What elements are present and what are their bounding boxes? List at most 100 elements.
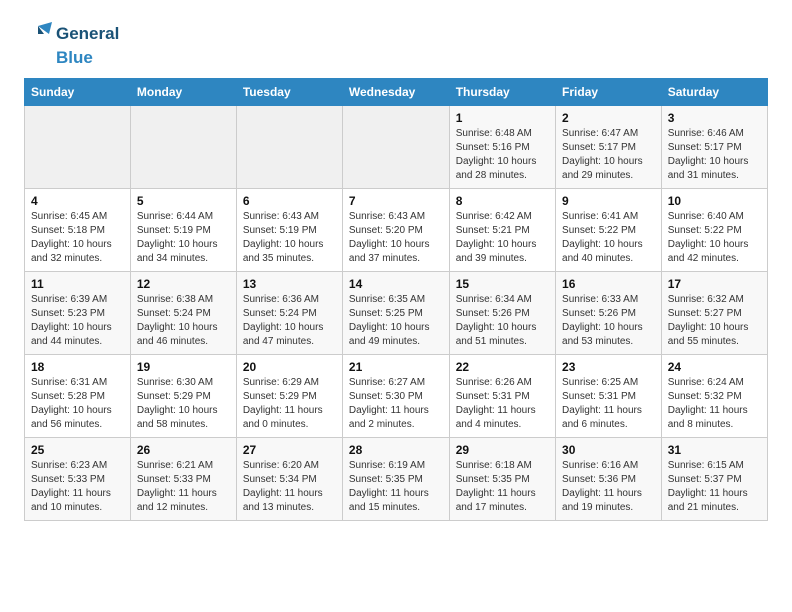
day-info: Sunrise: 6:48 AM Sunset: 5:16 PM Dayligh… (456, 127, 549, 183)
day-number: 29 (456, 443, 549, 457)
day-number: 9 (562, 194, 655, 208)
day-number: 26 (137, 443, 230, 457)
day-number: 16 (562, 277, 655, 291)
day-info: Sunrise: 6:36 AM Sunset: 5:24 PM Dayligh… (243, 293, 336, 349)
calendar-cell: 10 Sunrise: 6:40 AM Sunset: 5:22 PM Dayli… (661, 188, 767, 271)
day-info: Sunrise: 6:25 AM Sunset: 5:31 PM Dayligh… (562, 376, 655, 432)
calendar-cell: 1Sunrise: 6:48 AM Sunset: 5:16 PM Daylig… (449, 105, 555, 188)
day-info: Sunrise: 6:32 AM Sunset: 5:27 PM Dayligh… (668, 293, 761, 349)
day-header-wednesday: Wednesday (342, 78, 449, 105)
day-number: 30 (562, 443, 655, 457)
calendar-cell: 4Sunrise: 6:45 AM Sunset: 5:18 PM Daylig… (25, 188, 131, 271)
day-number: 11 (31, 277, 124, 291)
calendar-cell: 26 Sunrise: 6:21 AM Sunset: 5:33 PM Dayli… (130, 437, 236, 520)
day-number: 20 (243, 360, 336, 374)
calendar-cell (342, 105, 449, 188)
day-number: 27 (243, 443, 336, 457)
calendar-cell: 19Sunrise: 6:30 AM Sunset: 5:29 PM Dayli… (130, 354, 236, 437)
calendar-week-2: 4Sunrise: 6:45 AM Sunset: 5:18 PM Daylig… (25, 188, 768, 271)
calendar-cell: 23 Sunrise: 6:25 AM Sunset: 5:31 PM Dayli… (556, 354, 662, 437)
day-info: Sunrise: 6:41 AM Sunset: 5:22 PM Dayligh… (562, 210, 655, 266)
day-number: 8 (456, 194, 549, 208)
calendar-cell: 16 Sunrise: 6:33 AM Sunset: 5:26 PM Dayli… (556, 271, 662, 354)
day-number: 28 (349, 443, 443, 457)
day-number: 17 (668, 277, 761, 291)
calendar-body: 1Sunrise: 6:48 AM Sunset: 5:16 PM Daylig… (25, 105, 768, 520)
day-info: Sunrise: 6:33 AM Sunset: 5:26 PM Dayligh… (562, 293, 655, 349)
day-header-monday: Monday (130, 78, 236, 105)
calendar-cell: 14 Sunrise: 6:35 AM Sunset: 5:25 PM Dayli… (342, 271, 449, 354)
calendar-table: SundayMondayTuesdayWednesdayThursdayFrid… (24, 78, 768, 521)
calendar-cell: 11 Sunrise: 6:39 AM Sunset: 5:23 PM Dayli… (25, 271, 131, 354)
day-info: Sunrise: 6:23 AM Sunset: 5:33 PM Dayligh… (31, 459, 124, 515)
day-info: Sunrise: 6:16 AM Sunset: 5:36 PM Dayligh… (562, 459, 655, 515)
day-info: Sunrise: 6:46 AM Sunset: 5:17 PM Dayligh… (668, 127, 761, 183)
calendar-cell: 7 Sunrise: 6:43 AM Sunset: 5:20 PM Daylig… (342, 188, 449, 271)
day-header-tuesday: Tuesday (236, 78, 342, 105)
calendar-cell (236, 105, 342, 188)
day-info: Sunrise: 6:21 AM Sunset: 5:33 PM Dayligh… (137, 459, 230, 515)
day-header-thursday: Thursday (449, 78, 555, 105)
calendar-cell: 8 Sunrise: 6:42 AM Sunset: 5:21 PM Daylig… (449, 188, 555, 271)
day-number: 6 (243, 194, 336, 208)
calendar-week-5: 25 Sunrise: 6:23 AM Sunset: 5:33 PM Dayli… (25, 437, 768, 520)
day-header-saturday: Saturday (661, 78, 767, 105)
day-info: Sunrise: 6:43 AM Sunset: 5:20 PM Dayligh… (349, 210, 443, 266)
calendar-cell: 2 Sunrise: 6:47 AM Sunset: 5:17 PM Daylig… (556, 105, 662, 188)
day-number: 7 (349, 194, 443, 208)
day-info: Sunrise: 6:42 AM Sunset: 5:21 PM Dayligh… (456, 210, 549, 266)
day-number: 21 (349, 360, 443, 374)
day-info: Sunrise: 6:38 AM Sunset: 5:24 PM Dayligh… (137, 293, 230, 349)
header: General Blue (24, 20, 768, 68)
logo-text-blue: Blue (56, 48, 93, 68)
calendar-cell: 22 Sunrise: 6:26 AM Sunset: 5:31 PM Dayli… (449, 354, 555, 437)
day-number: 24 (668, 360, 761, 374)
calendar-week-4: 18Sunrise: 6:31 AM Sunset: 5:28 PM Dayli… (25, 354, 768, 437)
calendar-cell: 3Sunrise: 6:46 AM Sunset: 5:17 PM Daylig… (661, 105, 767, 188)
calendar-cell: 24Sunrise: 6:24 AM Sunset: 5:32 PM Dayli… (661, 354, 767, 437)
day-info: Sunrise: 6:34 AM Sunset: 5:26 PM Dayligh… (456, 293, 549, 349)
day-info: Sunrise: 6:40 AM Sunset: 5:22 PM Dayligh… (668, 210, 761, 266)
day-header-sunday: Sunday (25, 78, 131, 105)
day-number: 13 (243, 277, 336, 291)
day-number: 10 (668, 194, 761, 208)
day-number: 12 (137, 277, 230, 291)
day-info: Sunrise: 6:35 AM Sunset: 5:25 PM Dayligh… (349, 293, 443, 349)
calendar-cell: 25 Sunrise: 6:23 AM Sunset: 5:33 PM Dayli… (25, 437, 131, 520)
day-number: 31 (668, 443, 761, 457)
calendar-cell (25, 105, 131, 188)
calendar-cell (130, 105, 236, 188)
calendar-cell: 13 Sunrise: 6:36 AM Sunset: 5:24 PM Dayli… (236, 271, 342, 354)
calendar-cell: 29 Sunrise: 6:18 AM Sunset: 5:35 PM Dayli… (449, 437, 555, 520)
day-number: 23 (562, 360, 655, 374)
day-number: 5 (137, 194, 230, 208)
calendar-cell: 28 Sunrise: 6:19 AM Sunset: 5:35 PM Dayli… (342, 437, 449, 520)
day-info: Sunrise: 6:39 AM Sunset: 5:23 PM Dayligh… (31, 293, 124, 349)
calendar-cell: 20Sunrise: 6:29 AM Sunset: 5:29 PM Dayli… (236, 354, 342, 437)
day-info: Sunrise: 6:19 AM Sunset: 5:35 PM Dayligh… (349, 459, 443, 515)
day-number: 22 (456, 360, 549, 374)
day-info: Sunrise: 6:43 AM Sunset: 5:19 PM Dayligh… (243, 210, 336, 266)
calendar-cell: 9 Sunrise: 6:41 AM Sunset: 5:22 PM Daylig… (556, 188, 662, 271)
calendar-cell: 5 Sunrise: 6:44 AM Sunset: 5:19 PM Daylig… (130, 188, 236, 271)
day-info: Sunrise: 6:27 AM Sunset: 5:30 PM Dayligh… (349, 376, 443, 432)
day-number: 15 (456, 277, 549, 291)
day-info: Sunrise: 6:20 AM Sunset: 5:34 PM Dayligh… (243, 459, 336, 515)
day-number: 25 (31, 443, 124, 457)
calendar-cell: 18Sunrise: 6:31 AM Sunset: 5:28 PM Dayli… (25, 354, 131, 437)
day-number: 14 (349, 277, 443, 291)
calendar-cell: 12 Sunrise: 6:38 AM Sunset: 5:24 PM Dayli… (130, 271, 236, 354)
day-number: 18 (31, 360, 124, 374)
calendar-cell: 17 Sunrise: 6:32 AM Sunset: 5:27 PM Dayli… (661, 271, 767, 354)
day-info: Sunrise: 6:15 AM Sunset: 5:37 PM Dayligh… (668, 459, 761, 515)
day-info: Sunrise: 6:18 AM Sunset: 5:35 PM Dayligh… (456, 459, 549, 515)
calendar-cell: 30 Sunrise: 6:16 AM Sunset: 5:36 PM Dayli… (556, 437, 662, 520)
calendar-cell: 21 Sunrise: 6:27 AM Sunset: 5:30 PM Dayli… (342, 354, 449, 437)
day-info: Sunrise: 6:47 AM Sunset: 5:17 PM Dayligh… (562, 127, 655, 183)
day-info: Sunrise: 6:26 AM Sunset: 5:31 PM Dayligh… (456, 376, 549, 432)
day-info: Sunrise: 6:44 AM Sunset: 5:19 PM Dayligh… (137, 210, 230, 266)
day-number: 19 (137, 360, 230, 374)
day-number: 2 (562, 111, 655, 125)
calendar-week-1: 1Sunrise: 6:48 AM Sunset: 5:16 PM Daylig… (25, 105, 768, 188)
calendar-header-row: SundayMondayTuesdayWednesdayThursdayFrid… (25, 78, 768, 105)
